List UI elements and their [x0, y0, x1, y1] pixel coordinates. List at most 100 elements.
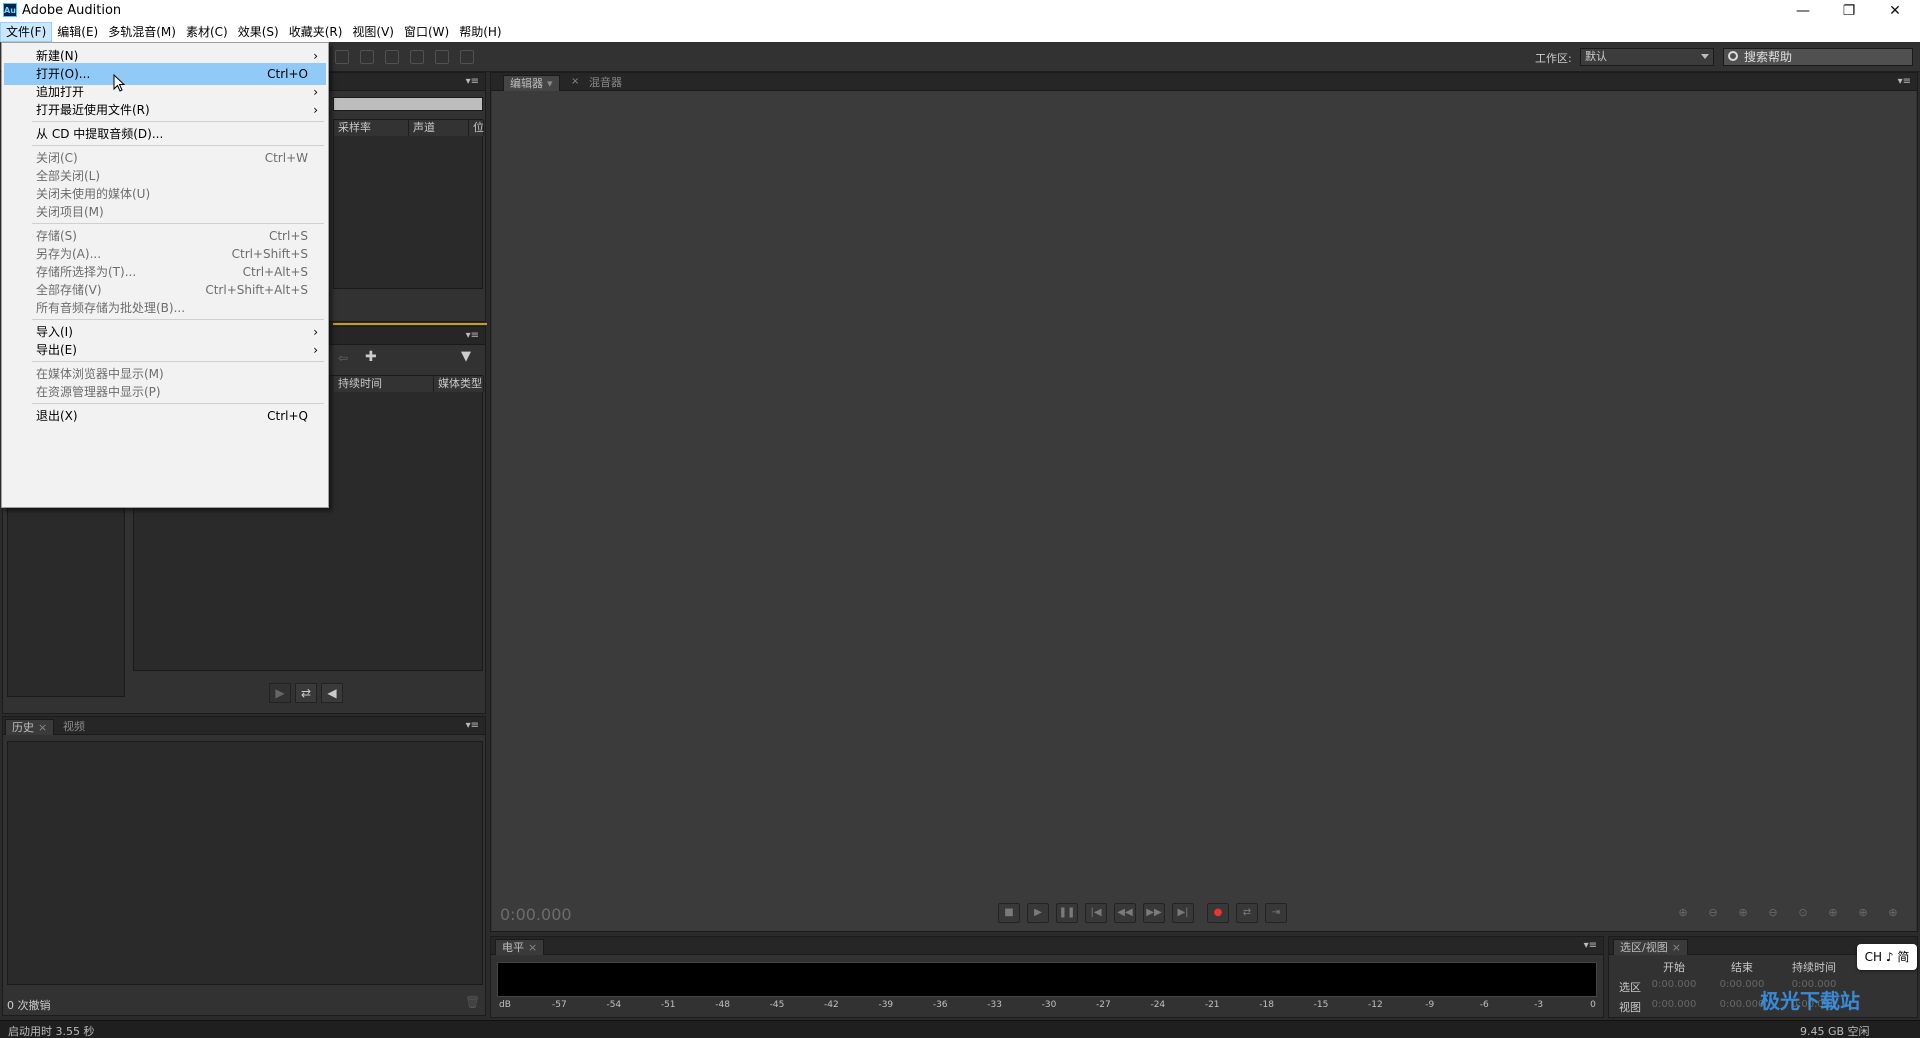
tab-mixer[interactable]: 混音器: [583, 75, 628, 91]
play-icon[interactable]: ▶: [269, 683, 291, 703]
zoom-right-edge-icon[interactable]: ⊕: [1882, 906, 1904, 922]
zoom-in-time-icon[interactable]: ⊕: [1732, 906, 1754, 922]
marquee-tool-icon[interactable]: [360, 50, 374, 64]
minimize-button[interactable]: —: [1780, 0, 1826, 22]
back-arrow-icon[interactable]: ⇦: [338, 351, 348, 365]
close-icon[interactable]: ×: [571, 76, 579, 87]
menu-item-label: 打开最近使用文件(R): [36, 103, 150, 117]
zoom-out-time-icon[interactable]: ⊖: [1762, 906, 1784, 922]
ime-indicator[interactable]: CH ♪ 简: [1857, 944, 1917, 970]
meter-tick-label: -3: [1534, 1000, 1544, 1010]
zoom-in-amplitude-icon[interactable]: ⊕: [1672, 906, 1694, 922]
rewind-icon[interactable]: ◀◀: [1114, 903, 1136, 923]
timecode-display: 0:00.000: [500, 905, 572, 924]
tab-history[interactable]: 历史 ×: [5, 719, 55, 735]
menu-item-label: 存储(S): [36, 229, 77, 243]
stop-icon[interactable]: ■: [998, 903, 1020, 923]
close-icon[interactable]: ×: [528, 941, 537, 954]
lasso-tool-icon[interactable]: [410, 50, 424, 64]
menu-edit[interactable]: 编辑(E): [52, 22, 103, 42]
skip-to-start-icon[interactable]: |◀: [1085, 903, 1107, 923]
trash-icon[interactable]: 🗑: [465, 995, 480, 1009]
menu-window[interactable]: 窗口(W): [399, 22, 454, 42]
meter-tick-label: -45: [769, 1000, 785, 1010]
workspace-value: 默认: [1585, 50, 1607, 63]
filter-icon[interactable]: ▼: [461, 349, 471, 364]
tab-selection-view[interactable]: 选区/视图 ×: [1613, 939, 1688, 955]
panel-menu-icon[interactable]: ▾≡: [466, 330, 479, 341]
record-icon[interactable]: ●: [1207, 903, 1229, 923]
menu-separator: [32, 403, 324, 404]
meter-tick-label: -27: [1096, 1000, 1111, 1010]
app-icon: Au: [3, 3, 17, 17]
history-list[interactable]: [7, 741, 483, 985]
file-menu-item-exit[interactable]: 退出(X) Ctrl+Q: [4, 405, 326, 427]
search-help-input[interactable]: 搜索帮助: [1723, 48, 1913, 66]
file-menu-item-reveal-explorer[interactable]: 在资源管理器中显示(P): [4, 381, 326, 403]
menu-item-label: 存储所选择为(T)...: [36, 265, 137, 279]
view-start-field[interactable]: 0:00.000: [1649, 999, 1699, 1010]
tab-selection-view-label: 选区/视图: [1620, 941, 1668, 954]
menu-item-label: 追加打开: [36, 85, 85, 99]
meter-tick-label: -54: [606, 1000, 622, 1010]
files-search-input[interactable]: [333, 97, 483, 111]
fast-forward-icon[interactable]: ▶▶: [1143, 903, 1165, 923]
speaker-icon[interactable]: ◀: [321, 683, 343, 703]
play-icon[interactable]: ▶: [1027, 903, 1049, 923]
close-icon[interactable]: ×: [1672, 941, 1681, 954]
menu-item-label: 退出(X): [36, 409, 78, 423]
brush-tool-icon[interactable]: [435, 50, 449, 64]
file-menu-item-batch-save[interactable]: 所有音频存储为批处理(B)...: [4, 297, 326, 319]
skip-to-end-icon[interactable]: ▶|: [1172, 903, 1194, 923]
add-shortcut-icon[interactable]: ✚: [365, 349, 377, 365]
meter-tick-label: -48: [715, 1000, 730, 1010]
skip-selection-icon[interactable]: ⇥: [1265, 903, 1287, 923]
menu-item-label: 另存为(A)...: [36, 247, 102, 261]
column-header-sample-rate[interactable]: 采样率: [334, 120, 409, 136]
panel-menu-icon[interactable]: ▾≡: [466, 76, 479, 87]
waveform-area[interactable]: [492, 91, 1916, 931]
zoom-selection-icon[interactable]: ⊕: [1822, 906, 1844, 922]
workspace-select[interactable]: 默认: [1580, 48, 1714, 66]
tab-video[interactable]: 视频: [57, 719, 91, 735]
marquee-select-icon[interactable]: [385, 50, 399, 64]
menu-clip[interactable]: 素材(C): [181, 22, 233, 42]
loop-icon[interactable]: ⇄: [295, 683, 317, 703]
pause-icon[interactable]: ❚❚: [1056, 903, 1078, 923]
file-menu-item-extract-cd[interactable]: 从 CD 中提取音频(D)...: [4, 123, 326, 145]
menu-item-label: 所有音频存储为批处理(B)...: [36, 301, 186, 315]
tab-levels[interactable]: 电平 ×: [495, 939, 545, 955]
column-header-media-type[interactable]: 媒体类型: [434, 376, 484, 392]
meter-tick-label: dB: [499, 1000, 511, 1010]
menu-help[interactable]: 帮助(H): [454, 22, 506, 42]
menu-multitrack[interactable]: 多轨混音(M): [103, 22, 181, 42]
healing-brush-icon[interactable]: [460, 50, 474, 64]
panel-menu-icon[interactable]: ▾≡: [1584, 940, 1597, 951]
time-selection-tool-icon[interactable]: [335, 50, 349, 64]
close-icon[interactable]: ×: [38, 721, 47, 734]
panel-menu-icon[interactable]: ▾≡: [1898, 76, 1911, 87]
file-menu-item-export[interactable]: 导出(E) ›: [4, 339, 326, 361]
column-header-duration[interactable]: 持续时间: [334, 376, 434, 392]
menu-file[interactable]: 文件(F): [0, 22, 53, 42]
menu-view[interactable]: 视图(V): [347, 22, 399, 42]
chevron-down-icon[interactable]: ▾: [547, 77, 553, 90]
file-menu-item-close-project[interactable]: 关闭项目(M): [4, 201, 326, 223]
selection-start-field[interactable]: 0:00.000: [1649, 979, 1699, 990]
zoom-full-icon[interactable]: ⊙: [1792, 906, 1814, 922]
menu-favorites[interactable]: 收藏夹(R): [284, 22, 348, 42]
close-button[interactable]: ✕: [1872, 0, 1918, 22]
zoom-out-amplitude-icon[interactable]: ⊖: [1702, 906, 1724, 922]
menu-item-label: 关闭未使用的媒体(U): [36, 187, 151, 201]
menu-effects[interactable]: 效果(S): [233, 22, 284, 42]
files-list[interactable]: 采样率 声道 位: [333, 119, 484, 289]
zoom-left-edge-icon[interactable]: ⊕: [1852, 906, 1874, 922]
panel-menu-icon[interactable]: ▾≡: [466, 720, 479, 731]
column-header-channels[interactable]: 声道: [409, 120, 469, 136]
maximize-button[interactable]: ❐: [1826, 0, 1872, 22]
menu-bar: 文件(F) 编辑(E) 多轨混音(M) 素材(C) 效果(S) 收藏夹(R) 视…: [0, 22, 1920, 42]
file-menu-item-open-recent[interactable]: 打开最近使用文件(R) ›: [4, 99, 326, 121]
tab-editor[interactable]: 编辑器 ▾: [503, 75, 560, 91]
loop-playback-icon[interactable]: ⇄: [1236, 903, 1258, 923]
column-header-bits[interactable]: 位: [469, 120, 484, 136]
